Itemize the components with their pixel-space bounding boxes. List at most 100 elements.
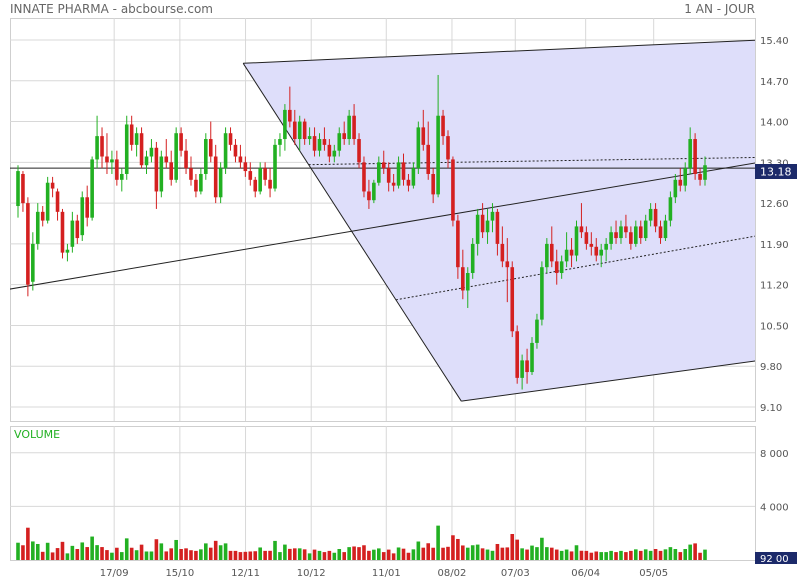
volume-bar bbox=[213, 540, 218, 560]
current-price-label: 13.18 bbox=[760, 166, 792, 179]
candle-body bbox=[55, 191, 60, 212]
volume-bar bbox=[194, 550, 198, 560]
volume-bar bbox=[184, 548, 188, 560]
volume-series bbox=[16, 525, 707, 560]
volume-bar bbox=[297, 548, 302, 560]
volume-bar bbox=[199, 549, 203, 560]
candle-body bbox=[85, 197, 89, 218]
volume-bar bbox=[243, 551, 248, 560]
volume-panel-frame bbox=[10, 426, 756, 561]
candle-body bbox=[332, 150, 337, 157]
candle-body bbox=[139, 133, 144, 166]
candle-body bbox=[263, 168, 267, 180]
volume-tick-label: 4 000 bbox=[760, 502, 789, 513]
volume-bar bbox=[60, 541, 65, 560]
volume-bar bbox=[629, 550, 633, 560]
volume-bar bbox=[357, 547, 361, 560]
volume-bar bbox=[421, 547, 426, 560]
period-label: 1 AN - JOUR bbox=[684, 2, 755, 16]
volume-bar bbox=[115, 547, 119, 560]
volume-bar bbox=[119, 552, 124, 560]
candle-body bbox=[619, 226, 623, 239]
volume-bar bbox=[288, 548, 292, 560]
volume-bar bbox=[436, 525, 440, 560]
volume-bar bbox=[475, 544, 480, 560]
volume-bar bbox=[490, 550, 495, 560]
volume-bar bbox=[253, 551, 258, 560]
candle-body bbox=[199, 173, 203, 192]
volume-bar bbox=[505, 547, 510, 560]
candle-body bbox=[446, 136, 450, 160]
volume-bar bbox=[406, 552, 411, 560]
volume-bar bbox=[169, 548, 174, 560]
candle-body bbox=[456, 220, 460, 268]
volume-bar bbox=[342, 552, 347, 560]
volume-bar bbox=[159, 543, 164, 560]
volume-bar bbox=[604, 552, 608, 560]
candle-body bbox=[347, 115, 351, 140]
candle-body bbox=[505, 261, 510, 268]
candle-body bbox=[535, 319, 539, 343]
pitchfork-fan bbox=[10, 39, 755, 402]
volume-bar bbox=[456, 538, 460, 560]
volume-label: VOLUME bbox=[14, 428, 60, 441]
candle-body bbox=[480, 214, 485, 233]
candle-body bbox=[21, 173, 25, 204]
volume-bar bbox=[322, 552, 327, 560]
candle-body bbox=[490, 211, 495, 221]
candle-body bbox=[189, 168, 193, 180]
stock-chart: INNATE PHARMA - abcbourse.com 1 AN - JOU… bbox=[10, 2, 797, 579]
candle-body bbox=[614, 232, 618, 239]
volume-bar bbox=[372, 549, 376, 560]
date-tick-label: 12/11 bbox=[231, 568, 260, 579]
volume-bar bbox=[530, 545, 534, 560]
volume-bar bbox=[451, 535, 455, 560]
candle-body bbox=[144, 156, 149, 166]
candle-body bbox=[559, 261, 564, 274]
candle-body bbox=[367, 191, 371, 201]
price-tick-label: 9.10 bbox=[760, 403, 782, 414]
candle-body bbox=[35, 211, 40, 244]
date-tick-label: 15/10 bbox=[165, 568, 194, 579]
candle-body bbox=[540, 267, 544, 320]
volume-bar bbox=[258, 547, 262, 560]
volume-bar bbox=[431, 547, 435, 560]
candle-body bbox=[634, 226, 638, 244]
price-tick-label: 10.50 bbox=[760, 321, 789, 332]
volume-bar bbox=[485, 549, 490, 560]
volume-bar bbox=[688, 544, 692, 560]
volume-bar bbox=[495, 543, 500, 560]
volume-bar bbox=[643, 549, 648, 560]
candle-body bbox=[292, 121, 297, 140]
candle-body bbox=[569, 249, 574, 256]
candle-body bbox=[327, 144, 332, 157]
candle-body bbox=[416, 127, 421, 169]
volume-bar bbox=[411, 549, 416, 560]
candle-body bbox=[461, 267, 465, 291]
candle-body bbox=[594, 246, 599, 256]
volume-bar bbox=[302, 549, 307, 560]
candle-body bbox=[391, 182, 396, 186]
candle-body bbox=[510, 267, 515, 332]
price-tick-label: 11.20 bbox=[760, 281, 789, 292]
price-tick-label: 12.60 bbox=[760, 199, 789, 210]
volume-bar bbox=[70, 545, 75, 560]
candle-body bbox=[624, 226, 628, 233]
volume-bar bbox=[584, 550, 589, 560]
candle-body bbox=[149, 147, 154, 157]
volume-bar bbox=[263, 550, 267, 560]
volume-bar bbox=[208, 547, 213, 560]
candle-body bbox=[40, 211, 45, 221]
candle-body bbox=[643, 220, 648, 239]
volume-bar bbox=[189, 550, 193, 560]
volume-bar bbox=[693, 543, 697, 560]
volume-bar bbox=[223, 543, 228, 560]
volume-bar bbox=[312, 549, 317, 560]
candle-body bbox=[475, 214, 480, 244]
volume-bar bbox=[525, 549, 529, 560]
candle-body bbox=[421, 127, 426, 145]
candle-body bbox=[283, 109, 287, 140]
volume-bar bbox=[307, 553, 312, 560]
candle-body bbox=[549, 243, 554, 262]
volume-axis: 8 000 4 000 bbox=[760, 449, 789, 514]
